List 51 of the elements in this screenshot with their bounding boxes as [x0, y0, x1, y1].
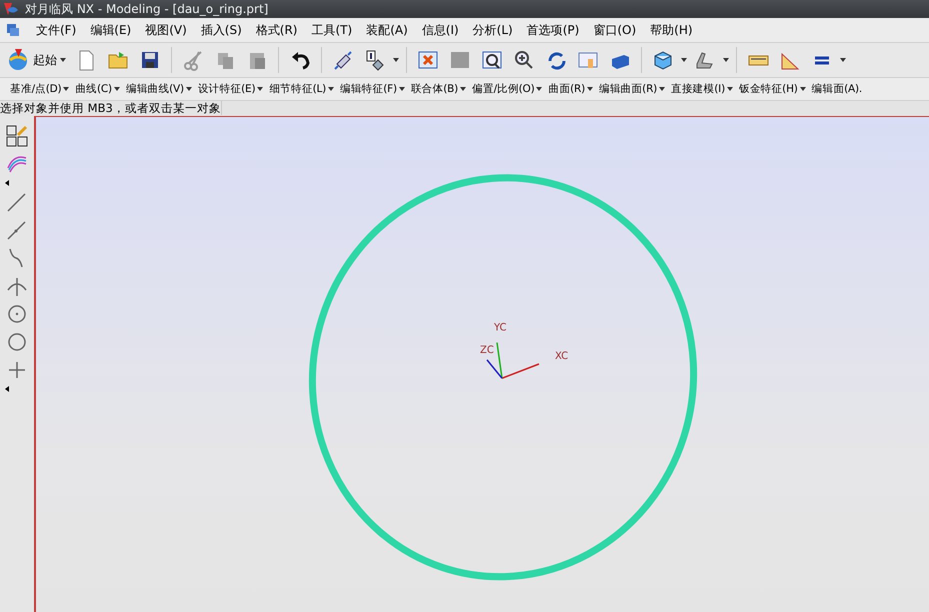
toolbar-menu[interactable]: 基准/点(D)	[10, 82, 70, 96]
toolbar-menu[interactable]: 编辑面(A).	[812, 82, 862, 96]
toolbar-menu[interactable]: 联合体(B)	[410, 82, 466, 96]
sketch-icon[interactable]	[5, 124, 29, 148]
window-title: 对月临风 NX - Modeling - [dau_o_ring.prt]	[25, 0, 268, 18]
shaded-cube-icon	[652, 49, 674, 71]
toolbar-menu[interactable]: 编辑曲面(R)	[598, 82, 666, 96]
axis-label: YC	[494, 322, 507, 334]
folder-icon	[107, 49, 129, 71]
zoom-in-icon	[513, 49, 535, 71]
menu-item[interactable]: 编辑(E)	[90, 22, 132, 38]
menu-item[interactable]: 首选项(P)	[526, 22, 580, 38]
status-prompt: 选择对象并使用 MB3，或者双击某一对象	[0, 101, 222, 115]
dropdown-arrow-icon[interactable]	[723, 58, 729, 62]
dropdown-arrow-icon[interactable]	[681, 58, 687, 62]
menu-item[interactable]: 信息(I)	[422, 22, 459, 38]
menu-item[interactable]: 装配(A)	[366, 22, 408, 38]
menu-item[interactable]: 帮助(H)	[650, 22, 693, 38]
menu-item[interactable]: 分析(L)	[472, 22, 513, 38]
menu-item[interactable]: 文件(F)	[36, 22, 76, 38]
app-logo-icon	[3, 2, 19, 16]
menu-item[interactable]: 视图(V)	[145, 22, 187, 38]
menu-item[interactable]: 插入(S)	[200, 22, 242, 38]
dropdown-arrow-icon[interactable]	[840, 58, 846, 62]
toolbar-menu[interactable]: 钣金特征(H)	[738, 82, 806, 96]
info-icon	[364, 49, 386, 71]
dropdown-arrow-icon[interactable]	[393, 58, 399, 62]
start-button[interactable]: 起始	[4, 46, 68, 74]
toolbar-menu[interactable]: 编辑特征(F)	[340, 82, 405, 96]
menu-item[interactable]: 工具(T)	[311, 22, 352, 38]
expand-arrow-icon[interactable]	[5, 386, 9, 392]
toolbar-menu[interactable]: 偏置/比例(O)	[472, 82, 542, 96]
axis-label: XC	[555, 350, 568, 362]
save-icon	[139, 49, 161, 71]
zoom-area-icon	[481, 49, 503, 71]
scissors-icon	[182, 49, 204, 71]
toolbar-menu[interactable]: 直接建模(I)	[671, 82, 733, 96]
transform-icon	[332, 49, 354, 71]
graphics-viewport[interactable]: YC ZC XC	[34, 116, 929, 612]
toolbar-menu[interactable]: 细节特征(L)	[269, 82, 334, 96]
menu-item[interactable]: 窗口(O)	[593, 22, 636, 38]
toolbar-menu[interactable]: 曲面(R)	[548, 82, 593, 96]
app-menu-icon[interactable]	[4, 22, 22, 38]
toolbar-menu[interactable]: 设计特征(E)	[198, 82, 264, 96]
axis-label: ZC	[480, 344, 494, 356]
toolbar-menu[interactable]: 编辑曲线(V)	[126, 82, 192, 96]
fit-view-icon	[417, 49, 439, 71]
menu-item[interactable]: 格式(R)	[256, 22, 298, 38]
expand-arrow-icon[interactable]	[5, 180, 9, 186]
toolbar-menu[interactable]: 曲线(C)	[75, 82, 120, 96]
globe-icon	[6, 48, 30, 72]
